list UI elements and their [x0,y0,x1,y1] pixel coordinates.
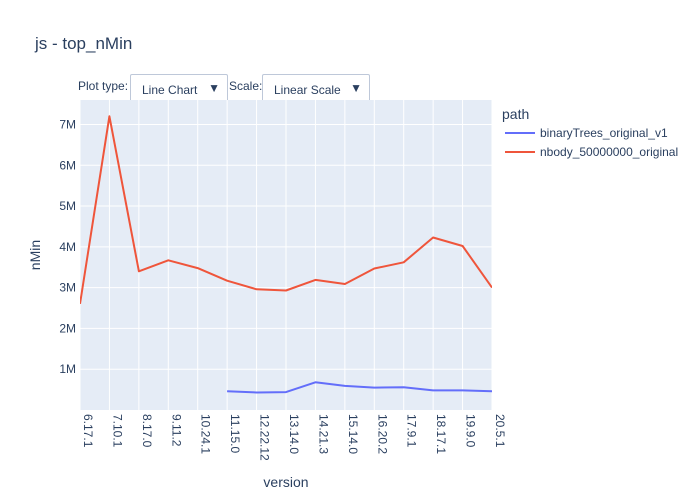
x-tick-label: 16.20.2 [375,414,389,454]
chart-figure: js - top_nMin Plot type: Line Chart ▼ Sc… [0,0,700,500]
x-tick-label: 18.17.1 [434,414,448,454]
y-tick-label: 6M [59,158,76,172]
x-tick-label: 20.5.1 [493,414,507,448]
legend-item-label[interactable]: binaryTrees_original_v1 [540,126,668,140]
x-tick-label: 19.9.0 [464,414,478,448]
x-tick-label: 8.17.0 [140,414,154,448]
x-tick-label: 15.14.0 [346,414,360,454]
line-chart: 1M 2M 3M 4M 5M 6M 7M 6.17.1 7.10.1 8.17.0 9.11.2 1… [27,100,678,490]
x-tick-label: 13.14.0 [287,414,301,454]
y-tick-label: 3M [59,281,76,295]
x-axis-title: version [263,474,308,490]
x-tick-label: 12.22.12 [258,414,272,461]
x-tick-label: 14.21.3 [316,414,330,454]
x-tick-label: 10.24.1 [199,414,213,454]
x-tick-labels: 6.17.1 7.10.1 8.17.0 9.11.2 10.24.1 11.15.0 12… [81,414,507,461]
x-tick-label: 7.10.1 [110,414,124,448]
y-tick-label: 5M [59,199,76,213]
y-axis-title: nMin [27,240,43,270]
legend: binaryTrees_original_v1 nbody_50000000_or… [505,126,678,159]
x-tick-label: 6.17.1 [81,414,95,448]
y-tick-label: 1M [59,362,76,376]
legend-item-label[interactable]: nbody_50000000_original [540,145,678,159]
legend-title: path [502,106,529,122]
y-tick-label: 7M [59,117,76,131]
y-tick-label: 4M [59,240,76,254]
x-tick-label: 11.15.0 [228,414,242,453]
y-tick-label: 2M [59,321,76,335]
y-tick-labels: 1M 2M 3M 4M 5M 6M 7M [59,117,76,376]
x-tick-label: 17.9.1 [405,414,419,448]
x-tick-label: 9.11.2 [169,414,183,447]
